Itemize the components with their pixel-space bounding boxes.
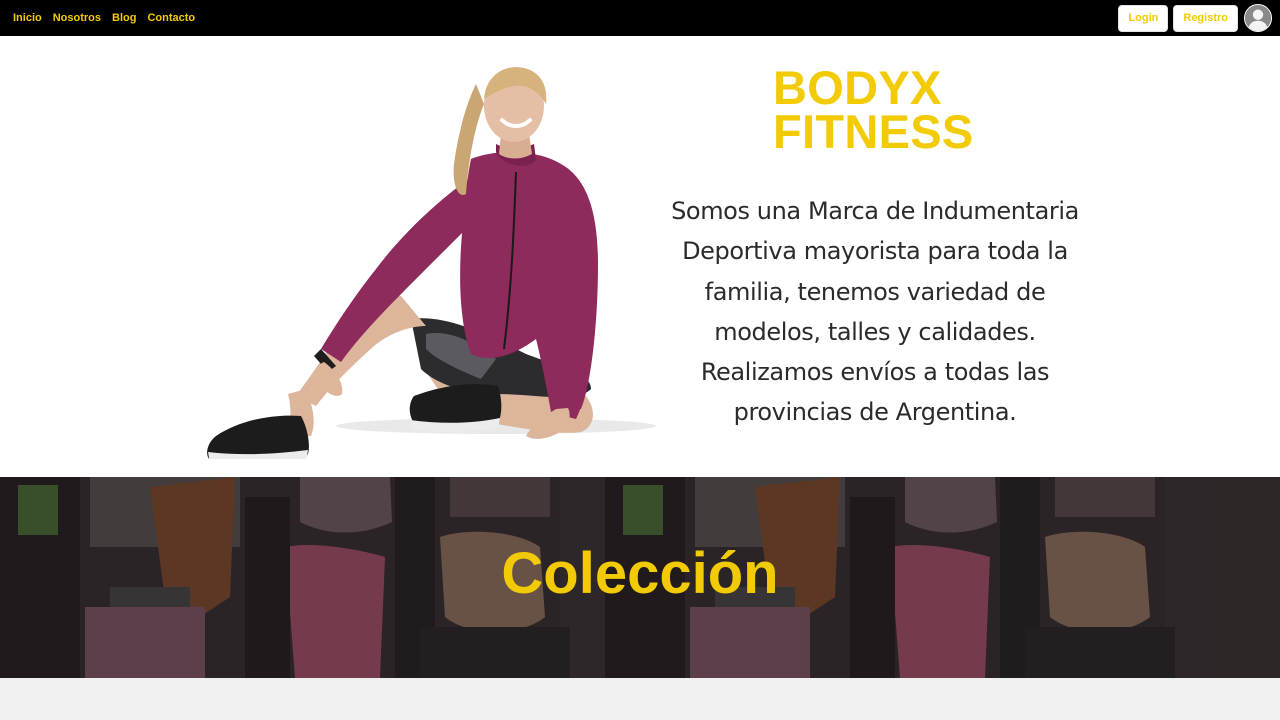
nav-link-blog[interactable]: Blog bbox=[112, 12, 136, 24]
nav-actions: Login Registro bbox=[1118, 4, 1272, 32]
model-photo bbox=[196, 64, 666, 459]
nav-link-nosotros[interactable]: Nosotros bbox=[53, 12, 101, 24]
brand-title-line2: FITNESS bbox=[773, 105, 974, 158]
hero-section: BODYX FITNESS Somos una Marca de Indumen… bbox=[0, 36, 1280, 477]
user-avatar-icon[interactable] bbox=[1244, 4, 1272, 32]
nav-links: Inicio Nosotros Blog Contacto bbox=[13, 12, 195, 24]
brand-title: BODYX FITNESS bbox=[773, 64, 1033, 155]
login-button[interactable]: Login bbox=[1118, 4, 1169, 32]
collection-title: Colección bbox=[501, 541, 779, 606]
register-button[interactable]: Registro bbox=[1173, 4, 1238, 32]
content-area-strip bbox=[0, 678, 1280, 720]
nav-link-contacto[interactable]: Contacto bbox=[147, 12, 195, 24]
collection-banner: Colección bbox=[0, 477, 1280, 678]
nav-link-inicio[interactable]: Inicio bbox=[13, 12, 42, 24]
top-navbar: Inicio Nosotros Blog Contacto Login Regi… bbox=[0, 0, 1280, 36]
brand-description: Somos una Marca de Indumentaria Deportiv… bbox=[671, 197, 1079, 427]
